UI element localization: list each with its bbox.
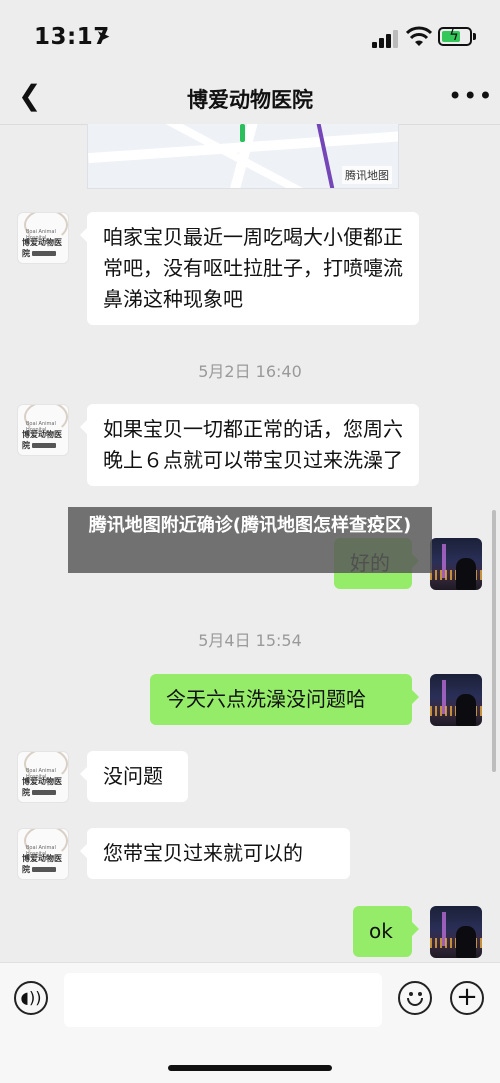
message-bubble-outgoing[interactable]: 今天六点洗澡没问题哈 [150,674,419,725]
timestamp: 5月2日 16:40 [198,362,302,381]
message-bubble-outgoing[interactable]: ok [353,906,419,957]
map-pin-icon [240,124,245,142]
avatar[interactable]: Boai Animal Hospital 博爱动物医院 [17,404,69,456]
status-bar: 13:17 ➤ ϟ [0,0,500,70]
battery-icon: ϟ [438,26,472,46]
timestamp: 5月4日 15:54 [198,631,302,650]
scrollbar[interactable] [492,510,496,772]
message-bubble[interactable]: 咱家宝贝最近一周吃喝大小便都正常吧，没有呕吐拉肚子，打喷嚏流鼻涕这种现象吧 [80,212,419,325]
map-badge: 腾讯地图 [342,166,392,184]
avatar[interactable] [430,906,482,958]
voice-icon[interactable]: ◖)) [14,981,48,1015]
plus-icon[interactable]: + [450,981,484,1015]
signal-icon [372,30,400,48]
message-input[interactable] [64,973,382,1027]
avatar[interactable] [430,674,482,726]
emoji-icon[interactable] [398,981,432,1015]
chat-header: ❮ 博爱动物医院 ••• [0,70,500,125]
wifi-icon [406,26,432,46]
more-dots-icon[interactable]: ••• [448,82,493,110]
avatar[interactable]: Boai Animal Hospital 博爱动物医院 [17,212,69,264]
avatar[interactable] [430,538,482,590]
chat-title: 博爱动物医院 [187,88,313,112]
home-indicator[interactable] [168,1065,332,1071]
message-bubble[interactable]: 没问题 [80,751,188,802]
avatar[interactable]: Boai Animal Hospital 博爱动物医院 [17,751,69,803]
avatar[interactable]: Boai Animal Hospital 博爱动物医院 [17,828,69,880]
message-bubble[interactable]: 您带宝贝过来就可以的 [80,828,350,879]
message-bubble[interactable]: 如果宝贝一切都正常的话，您周六晚上６点就可以带宝贝过来洗澡了 [80,404,419,486]
overlay-caption: 腾讯地图附近确诊(腾讯地图怎样查疫区) [68,507,432,573]
location-arrow-icon: ➤ [96,27,111,47]
input-bar: ◖)) + [0,962,500,1083]
map-card[interactable]: 腾讯地图 [87,124,399,189]
